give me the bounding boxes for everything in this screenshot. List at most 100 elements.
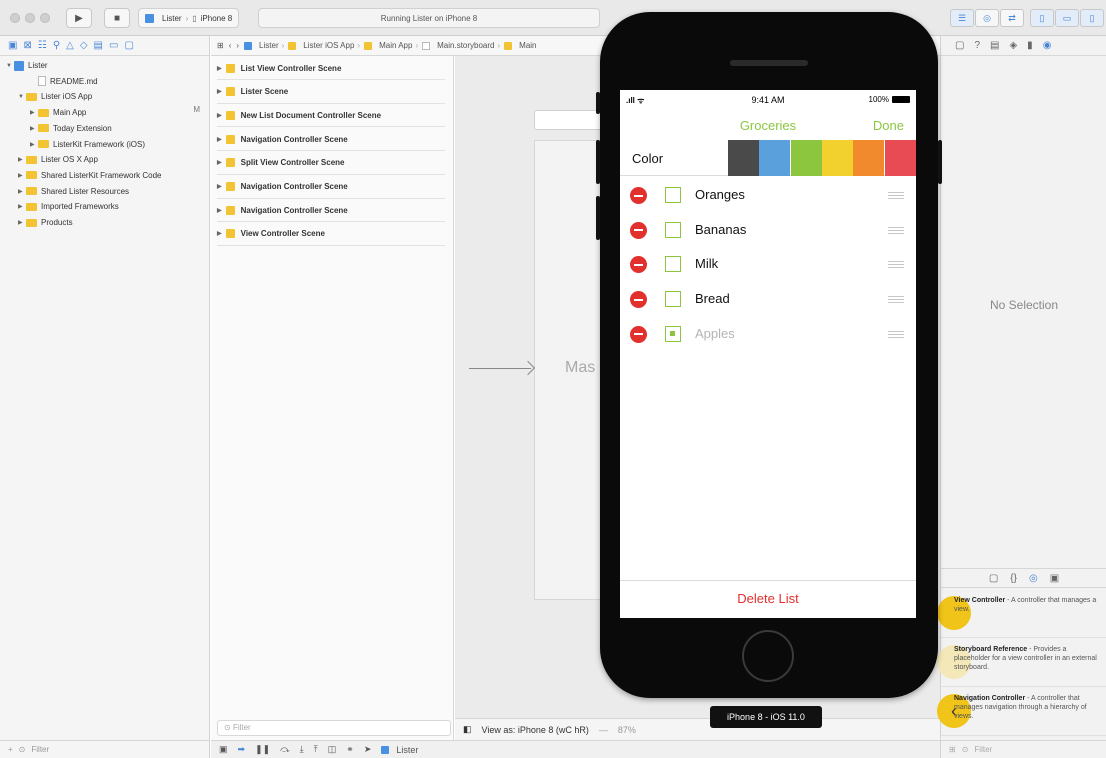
toggle-navigator-button[interactable]: ▯	[1030, 9, 1054, 27]
scene-row[interactable]: ▶ View Controller Scene	[217, 223, 445, 246]
disclosure-triangle-icon[interactable]: ▶	[217, 65, 222, 72]
breadcrumb-item[interactable]: Main.storyboard ›	[422, 41, 500, 50]
breadcrumb-item[interactable]: Lister ›	[244, 41, 284, 50]
home-button[interactable]	[742, 630, 794, 682]
color-swatch[interactable]	[853, 140, 885, 176]
delete-icon[interactable]	[630, 221, 647, 239]
assistant-editor-button[interactable]: ◎	[975, 9, 999, 27]
toggle-debug-area-button[interactable]: ▭	[1055, 9, 1079, 27]
toggle-inspector-button[interactable]: ▯	[1080, 9, 1104, 27]
list-item[interactable]: Oranges	[620, 178, 916, 213]
file-tree-item[interactable]: ▶ Main App M	[0, 105, 210, 120]
scene-row[interactable]: ▶ Navigation Controller Scene	[217, 199, 445, 223]
object-library-icon[interactable]: ◎	[1029, 573, 1038, 584]
connections-inspector-icon[interactable]: ◉	[1043, 40, 1052, 51]
zoom-window-button[interactable]	[40, 13, 50, 23]
delete-icon[interactable]	[630, 187, 647, 204]
disclosure-triangle-icon[interactable]: ▶	[217, 230, 222, 237]
scene-row[interactable]: ▶ Navigation Controller Scene	[217, 128, 445, 152]
scene-row[interactable]: ▶ Navigation Controller Scene	[217, 176, 445, 199]
checkbox[interactable]	[665, 187, 681, 203]
pause-icon[interactable]: ❚❚	[255, 744, 270, 755]
file-tree-item[interactable]: ▶ ListerKit Framework (iOS)	[0, 137, 210, 152]
close-window-button[interactable]	[10, 13, 20, 23]
file-tree-item[interactable]: ▶ Products	[0, 215, 210, 230]
stop-button[interactable]: ■	[104, 8, 130, 28]
scheme-selector[interactable]: Lister › ▯ iPhone 8	[138, 8, 240, 28]
disclosure-triangle-icon[interactable]: ▶	[217, 112, 222, 119]
disclosure-triangle-icon[interactable]: ▶	[217, 88, 222, 95]
step-out-icon[interactable]: ⤒	[314, 744, 318, 755]
breadcrumb-item[interactable]: Main App ›	[364, 41, 418, 50]
minimize-window-button[interactable]	[25, 13, 35, 23]
back-arrow-icon[interactable]: ‹	[229, 41, 232, 50]
diamond-icon[interactable]: ◇	[80, 40, 88, 51]
delete-icon[interactable]	[630, 291, 647, 309]
file-tree-item[interactable]: README.md	[0, 74, 210, 89]
library-item[interactable]: View Controller - A controller that mana…	[937, 590, 1106, 638]
reorder-grip-icon[interactable]	[888, 226, 904, 234]
scene-row[interactable]: ▶ Split View Controller Scene	[217, 152, 445, 175]
breakpoints-icon[interactable]: ➡	[238, 744, 246, 755]
zoom-out-icon[interactable]: —	[599, 725, 608, 735]
source-control-icon[interactable]: ⊠	[23, 40, 31, 51]
related-items-icon[interactable]: ⊞	[217, 41, 224, 50]
memory-graph-icon[interactable]: ⚭	[346, 744, 354, 755]
disclosure-triangle-icon[interactable]: ▶	[30, 109, 38, 116]
folder-icon[interactable]: ▣	[8, 40, 17, 51]
checkbox[interactable]	[665, 256, 681, 273]
disclosure-triangle-icon[interactable]: ▶	[18, 172, 26, 179]
reorder-grip-icon[interactable]	[888, 296, 904, 304]
disclosure-triangle-icon[interactable]: ▶	[217, 207, 222, 214]
disclosure-triangle-icon[interactable]: ▼	[6, 63, 14, 69]
add-icon[interactable]: +	[8, 745, 13, 754]
color-swatch[interactable]	[821, 140, 853, 176]
file-tree-item[interactable]: ▼ Lister iOS App	[0, 89, 210, 104]
report-icon[interactable]: ▢	[124, 40, 133, 51]
media-library-icon[interactable]: ▣	[1050, 573, 1059, 584]
attributes-inspector-icon[interactable]: ◈	[1009, 40, 1017, 51]
standard-editor-button[interactable]: ☰	[950, 9, 974, 27]
outline-toggle-icon[interactable]: ◧	[463, 724, 472, 735]
breadcrumb-item[interactable]: Main	[504, 41, 537, 50]
outline-filter-input[interactable]: ⊙ Filter	[217, 720, 451, 736]
hierarchy-icon[interactable]: ☷	[38, 40, 47, 51]
color-swatch[interactable]	[759, 140, 791, 176]
file-tree-item[interactable]: ▶ Shared Lister Resources	[0, 184, 210, 199]
delete-icon[interactable]	[630, 325, 647, 343]
disclosure-triangle-icon[interactable]: ▶	[18, 188, 26, 195]
color-swatch[interactable]	[728, 140, 759, 176]
color-swatch[interactable]	[790, 140, 822, 176]
file-tree-item[interactable]: ▶ Today Extension	[0, 121, 210, 136]
library-item[interactable]: ‹ Navigation Controller - A controller th…	[937, 688, 1106, 736]
reorder-grip-icon[interactable]	[888, 330, 904, 338]
debug-target[interactable]: Lister	[381, 745, 418, 755]
disclosure-triangle-icon[interactable]: ▶	[18, 219, 26, 226]
checkbox[interactable]	[665, 221, 681, 238]
scene-row[interactable]: ▶ New List Document Controller Scene	[217, 104, 445, 128]
color-swatch[interactable]	[884, 140, 916, 176]
disclosure-triangle-icon[interactable]: ▶	[217, 136, 222, 143]
file-tree-item[interactable]: ▼ Lister	[0, 58, 210, 73]
file-tree-item[interactable]: ▶ Lister OS X App	[0, 152, 210, 167]
view-as-selector[interactable]: View as: iPhone 8 (wC hR)	[482, 725, 589, 735]
disclosure-triangle-icon[interactable]: ▼	[18, 94, 26, 100]
search-icon[interactable]: ⚲	[53, 40, 60, 51]
file-inspector-icon[interactable]: ▢	[955, 40, 964, 51]
reorder-grip-icon[interactable]	[888, 261, 904, 269]
file-template-icon[interactable]: ▢	[989, 573, 998, 584]
disclosure-triangle-icon[interactable]: ▶	[30, 141, 38, 148]
breadcrumb-item[interactable]: Lister iOS App ›	[288, 41, 360, 50]
file-tree-item[interactable]: ▶ Shared ListerKit Framework Code	[0, 168, 210, 183]
view-debugger-icon[interactable]: ◫	[328, 744, 337, 755]
list-item[interactable]: Bananas	[620, 213, 916, 248]
disclosure-triangle-icon[interactable]: ▶	[18, 156, 26, 163]
disclosure-triangle-icon[interactable]: ▶	[18, 203, 26, 210]
list-item[interactable]: Bread	[620, 282, 916, 317]
file-tree-item[interactable]: ▶ Imported Frameworks	[0, 199, 210, 214]
identity-inspector-icon[interactable]: ▤	[990, 40, 999, 51]
size-inspector-icon[interactable]: ▮	[1027, 40, 1033, 51]
step-over-icon[interactable]: ⤼	[280, 744, 290, 755]
list-item[interactable]: Milk	[620, 247, 916, 282]
scene-row[interactable]: ▶ List View Controller Scene	[217, 57, 445, 80]
